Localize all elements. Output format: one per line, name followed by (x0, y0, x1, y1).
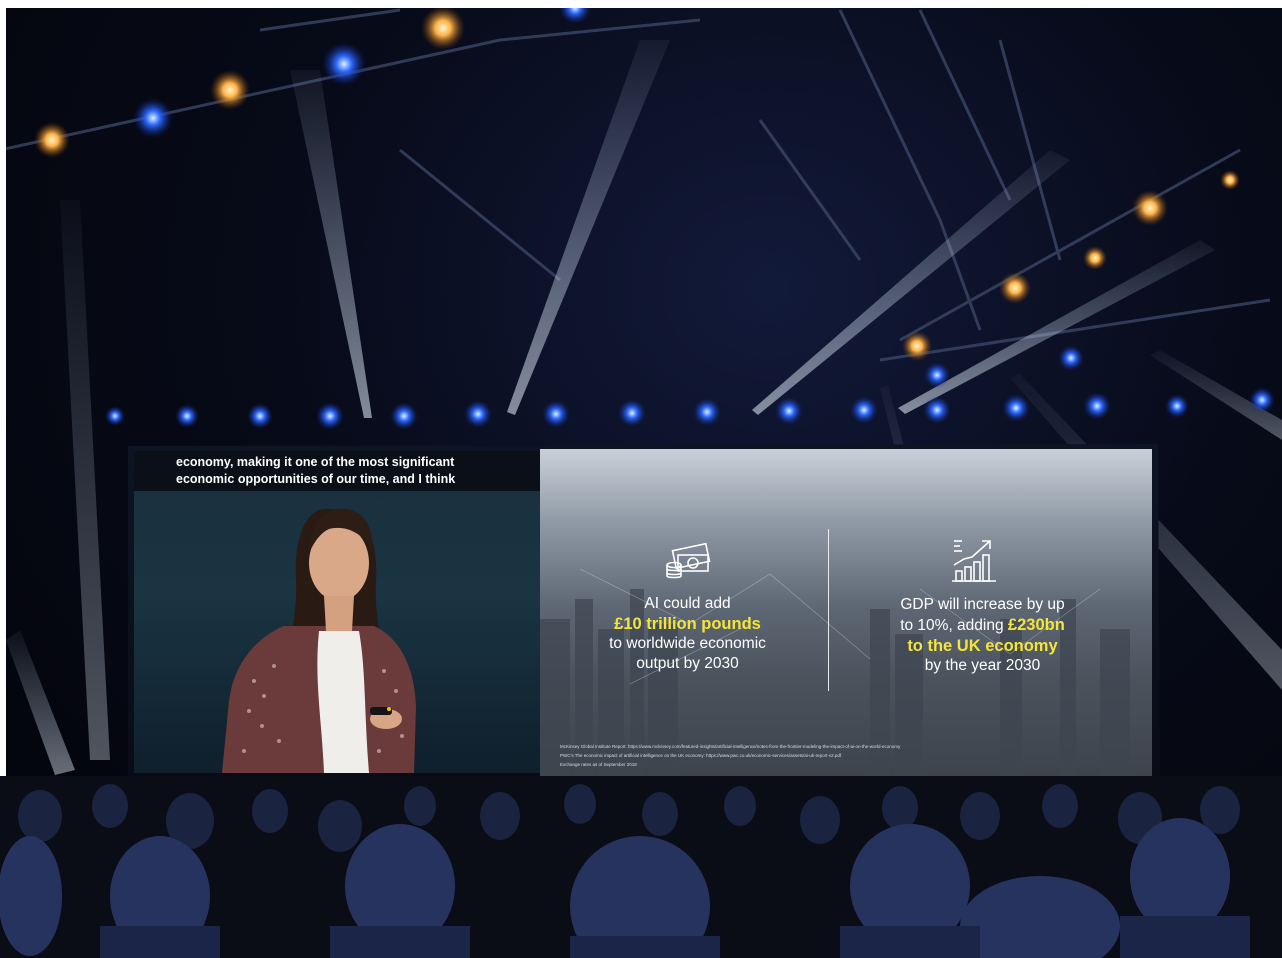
stat-line-3: to worldwide economic (609, 635, 766, 652)
money-icon (666, 542, 711, 579)
conference-scene: economy, making it one of the most signi… (0, 0, 1282, 958)
image-border-top (0, 0, 1282, 8)
footnote-1: McKinsey Global Institute Report: https:… (560, 744, 901, 749)
slide-divider (828, 529, 829, 691)
stat-line-2: to 10%, adding (900, 617, 1004, 634)
uk-gdp-stat: GDP will increase by up to 10%, adding £… (865, 595, 1100, 676)
stat-highlight-amount: £230bn (1007, 616, 1065, 634)
footnote-3: Exchange rates as of September 2018 (560, 762, 637, 767)
stat-line-1: AI could add (644, 595, 731, 612)
statistics-slide: AI could add £10 trillion pounds to worl… (540, 449, 1152, 781)
stat-line-4: output by 2030 (636, 655, 739, 672)
growth-chart-icon (952, 540, 996, 582)
audience-crowd (0, 776, 1282, 958)
ai-worldwide-stat: AI could add £10 trillion pounds to worl… (580, 594, 795, 674)
stat-highlight: to the UK economy (907, 637, 1058, 655)
speaker-video-screen: economy, making it one of the most signi… (134, 451, 546, 773)
stat-line-1: GDP will increase by up (900, 596, 1065, 613)
stat-line-4: by the year 2030 (924, 657, 1041, 674)
stat-highlight: £10 trillion pounds (614, 615, 761, 633)
footnote-2: PWC's The economic impact of artificial … (560, 753, 842, 758)
speaker-figure (222, 508, 416, 773)
stage-light-row (105, 345, 1275, 430)
